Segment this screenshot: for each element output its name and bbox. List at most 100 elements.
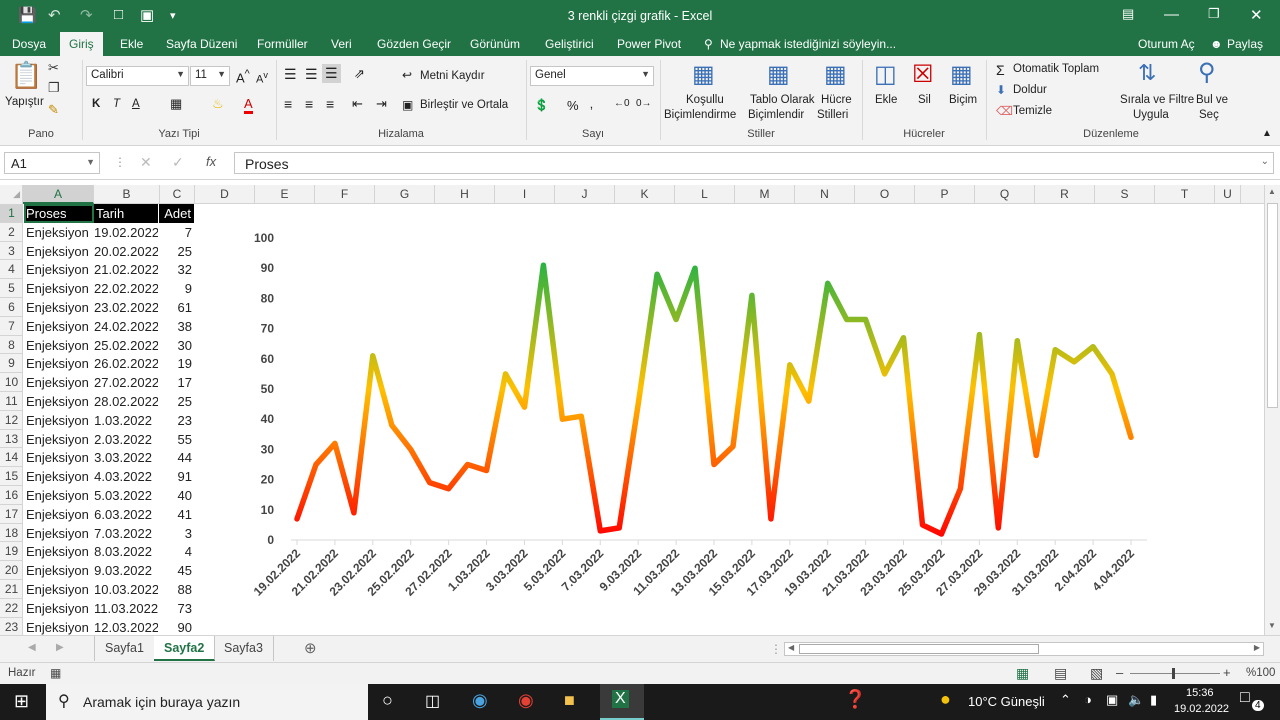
table-cell[interactable]: 11.03.2022	[94, 599, 158, 618]
split-handle[interactable]: ⋮	[770, 642, 782, 656]
decrease-decimal-icon[interactable]: 0→	[636, 98, 652, 109]
align-left-icon[interactable]: ≡	[284, 96, 292, 112]
italic-icon[interactable]: T	[113, 98, 120, 110]
table-cell[interactable]: Enjeksiyon	[24, 354, 94, 373]
row-header[interactable]: 6	[0, 298, 23, 317]
paste-button[interactable]: Yapıştır	[5, 96, 44, 108]
tab-home[interactable]: Giriş	[60, 32, 103, 56]
task-view-icon[interactable]: ○	[382, 690, 393, 711]
orientation-icon[interactable]: ⇗	[354, 66, 365, 82]
table-cell[interactable]: 32	[159, 260, 194, 279]
table-cell[interactable]: 19.02.2022	[94, 223, 158, 242]
column-header-g[interactable]: G	[375, 185, 435, 204]
row-header[interactable]: 5	[0, 279, 23, 298]
row-header[interactable]: 4	[0, 260, 23, 280]
line-chart[interactable]: 0 10 20 30 40 50 60 70 80 90 100 19.02.2022 21.02.20…	[195, 204, 1264, 635]
column-header-c[interactable]: C	[160, 185, 195, 204]
autosum-button[interactable]: Otomatik Toplam	[1013, 63, 1099, 75]
row-header[interactable]: 7	[0, 317, 23, 336]
table-cell[interactable]: 25	[159, 392, 194, 411]
table-cell[interactable]: 24.02.2022	[94, 317, 158, 336]
table-cell[interactable]: Enjeksiyon	[24, 561, 94, 580]
table-cell[interactable]: Enjeksiyon	[24, 467, 94, 486]
underline-icon[interactable]: A	[132, 98, 140, 110]
table-cell[interactable]: 73	[159, 599, 194, 618]
camera-icon[interactable]: ▣	[140, 6, 154, 24]
borders-icon[interactable]: ▦	[170, 96, 182, 112]
excel-app-active[interactable]: X	[600, 684, 644, 720]
table-cell[interactable]: 27.02.2022	[94, 373, 158, 392]
notification-icon[interactable]: □	[1240, 689, 1250, 707]
tab-file[interactable]: Dosya	[12, 37, 46, 51]
table-cell[interactable]: Enjeksiyon	[24, 223, 94, 242]
tab-formulas[interactable]: Formüller	[257, 37, 308, 51]
table-cell[interactable]: Enjeksiyon	[24, 580, 94, 599]
column-header-i[interactable]: I	[495, 185, 555, 204]
table-cell[interactable]: 10.03.2022	[94, 580, 158, 599]
battery-icon[interactable]: ▮	[1150, 692, 1157, 708]
table-header-cell[interactable]: Tarih	[94, 204, 158, 223]
align-center-icon[interactable]: ≡	[305, 96, 313, 112]
tab-page-layout[interactable]: Sayfa Düzeni	[166, 37, 237, 51]
table-cell[interactable]: 30	[159, 336, 194, 355]
enter-icon[interactable]: ✓	[172, 154, 184, 171]
row-header[interactable]: 9	[0, 354, 23, 374]
find-select-label2[interactable]: Seç	[1199, 109, 1219, 121]
taskbar-search[interactable]: ⚲ Aramak için buraya yazın	[46, 684, 368, 720]
network-icon[interactable]: ◑	[1084, 692, 1092, 707]
tell-me-box[interactable]: Ne yapmak istediğinizi söyleyin...	[720, 37, 896, 51]
table-cell[interactable]: 9	[159, 279, 194, 298]
table-cell[interactable]: 1.03.2022	[94, 411, 158, 430]
file-explorer-icon[interactable]: ■	[564, 690, 575, 711]
table-cell[interactable]: Enjeksiyon	[24, 618, 94, 637]
select-all-corner[interactable]: ◢	[0, 185, 23, 204]
table-cell[interactable]: 26.02.2022	[94, 354, 158, 373]
table-cell[interactable]: 7.03.2022	[94, 524, 158, 543]
undo-icon[interactable]: ↶	[48, 6, 61, 24]
column-header-d[interactable]: D	[195, 185, 255, 204]
conditional-format-label2[interactable]: Biçimlendirme	[664, 109, 736, 121]
column-header-b[interactable]: B	[94, 185, 160, 204]
table-cell[interactable]: Enjeksiyon	[24, 430, 94, 449]
table-cell[interactable]: 61	[159, 298, 194, 317]
table-cell[interactable]: Enjeksiyon	[24, 298, 94, 317]
row-header[interactable]: 20	[0, 561, 23, 580]
sheet-tab-sayfa2[interactable]: Sayfa2	[154, 636, 216, 661]
table-cell[interactable]: 90	[159, 618, 194, 637]
tab-developer[interactable]: Geliştirici	[545, 37, 594, 51]
clear-button[interactable]: Temizle	[1013, 105, 1052, 117]
row-header[interactable]: 3	[0, 242, 23, 261]
table-cell[interactable]: 17	[159, 373, 194, 392]
tab-insert[interactable]: Ekle	[120, 37, 143, 51]
column-header-u[interactable]: U	[1215, 185, 1241, 204]
scroll-thumb[interactable]	[1267, 203, 1278, 408]
tab-power-pivot[interactable]: Power Pivot	[617, 37, 681, 51]
help-icon[interactable]: ❓	[844, 689, 866, 710]
row-header[interactable]: 19	[0, 542, 23, 562]
format-cells-button[interactable]: Biçim	[949, 94, 977, 106]
redo-icon[interactable]: ↷	[80, 6, 93, 24]
column-header-j[interactable]: J	[555, 185, 615, 204]
table-cell[interactable]: 3	[159, 524, 194, 543]
align-top-icon[interactable]: ☰	[284, 66, 297, 83]
column-header-a[interactable]: A	[23, 185, 94, 204]
table-cell[interactable]: 23	[159, 411, 194, 430]
table-cell[interactable]: 20.02.2022	[94, 242, 158, 261]
row-header[interactable]: 22	[0, 599, 23, 618]
zoom-slider[interactable]	[1130, 673, 1220, 674]
table-cell[interactable]: Enjeksiyon	[24, 336, 94, 355]
column-header-e[interactable]: E	[255, 185, 315, 204]
column-header-p[interactable]: P	[915, 185, 975, 204]
widgets-icon[interactable]: ◫	[425, 691, 440, 711]
currency-icon[interactable]: 💲	[534, 98, 549, 112]
row-header[interactable]: 17	[0, 505, 23, 524]
table-cell[interactable]: 6.03.2022	[94, 505, 158, 524]
table-cell[interactable]: 45	[159, 561, 194, 580]
table-header-cell[interactable]: Adet	[159, 204, 194, 223]
prev-sheet-icon[interactable]: ◀	[28, 642, 36, 653]
row-header[interactable]: 1	[0, 204, 23, 223]
delete-cells-button[interactable]: Sil	[918, 94, 931, 106]
sort-filter-label1[interactable]: Sırala ve Filtre	[1120, 94, 1194, 106]
table-header-cell[interactable]: Proses	[24, 204, 94, 223]
table-cell[interactable]: 88	[159, 580, 194, 599]
